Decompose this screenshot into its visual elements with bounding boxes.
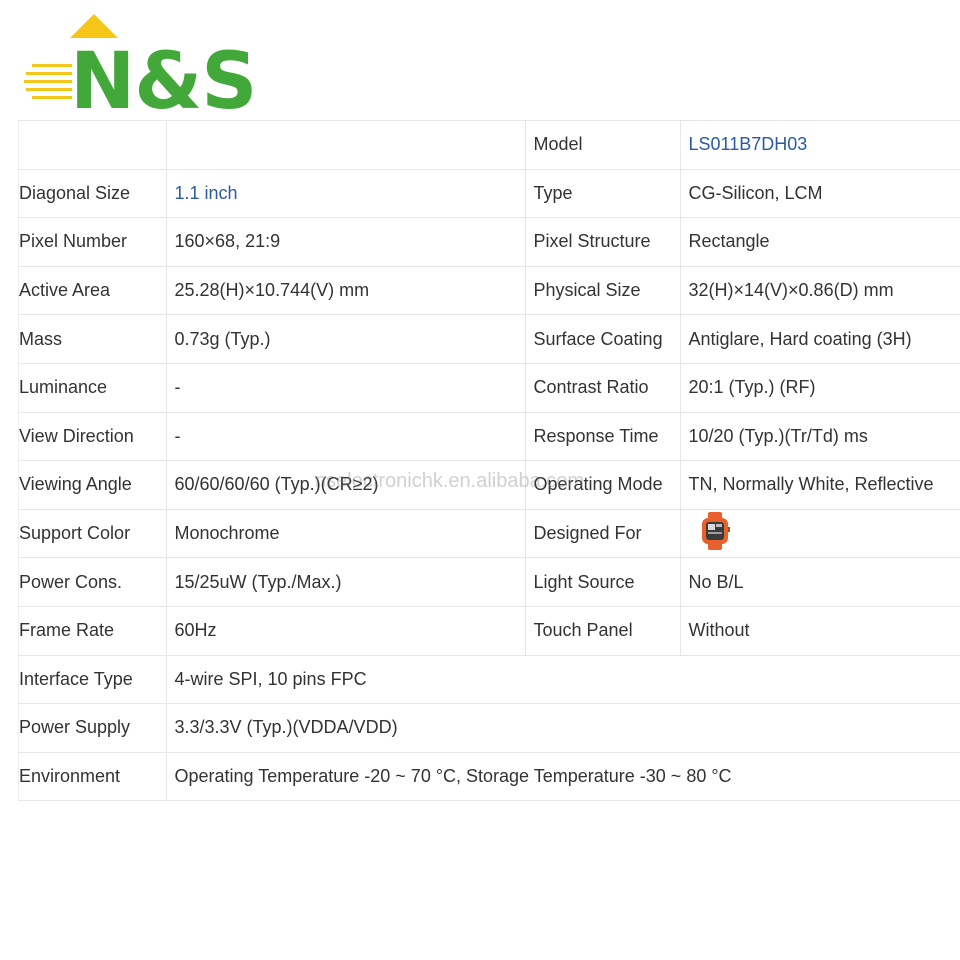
spec-value: Monochrome [165,509,525,559]
spec-cell-empty [165,120,525,170]
spec-value: 160×68, 21:9 [165,217,525,267]
spec-value: Antiglare, Hard coating (3H) [679,314,960,364]
spec-value: 20:1 (Typ.) (RF) [679,363,960,413]
table-row: Frame Rate 60Hz Touch Panel Without [18,606,960,656]
spec-label: Mass [18,314,166,364]
table-row: Interface Type 4-wire SPI, 10 pins FPC [18,655,960,705]
table-row: View Direction - Response Time 10/20 (Ty… [18,412,960,462]
spec-value: Operating Temperature -20 ~ 70 °C, Stora… [165,752,960,802]
spec-label: Contrast Ratio [524,363,680,413]
table-row: Mass 0.73g (Typ.) Surface Coating Antigl… [18,314,960,364]
spec-value: CG-Silicon, LCM [679,169,960,219]
spec-value: 0.73g (Typ.) [165,314,525,364]
spec-label: Active Area [18,266,166,316]
table-row: Luminance - Contrast Ratio 20:1 (Typ.) (… [18,363,960,413]
spec-value: 60Hz [165,606,525,656]
spec-label: Pixel Structure [524,217,680,267]
spec-label: Frame Rate [18,606,166,656]
model-link[interactable]: LS011B7DH03 [689,134,808,154]
spec-label: View Direction [18,412,166,462]
spec-label: Type [524,169,680,219]
brand-logo: N&S [22,12,272,122]
spec-label: Interface Type [18,655,166,705]
spec-label-model: Model [524,120,680,170]
spec-label: Power Cons. [18,557,166,607]
spec-label: Light Source [524,557,680,607]
spec-label: Designed For [524,509,680,559]
spec-value: 25.28(H)×10.744(V) mm [165,266,525,316]
spec-value: - [165,363,525,413]
spec-label: Operating Mode [524,460,680,510]
spec-value: Without [679,606,960,656]
table-row: Support Color Monochrome Designed For [18,509,960,559]
diagonal-size-link[interactable]: 1.1 inch [175,183,238,203]
spec-table: Model LS011B7DH03 Diagonal Size 1.1 inch… [18,120,960,802]
spec-label: Power Supply [18,703,166,753]
spec-value: 4-wire SPI, 10 pins FPC [165,655,960,705]
table-row: Model LS011B7DH03 [18,120,960,170]
spec-value: - [165,412,525,462]
smartwatch-icon [699,512,731,555]
spec-label: Touch Panel [524,606,680,656]
spec-label: Luminance [18,363,166,413]
spec-value-designed-for [679,509,960,559]
spec-label: Support Color [18,509,166,559]
spec-label: Response Time [524,412,680,462]
spec-label: Environment [18,752,166,802]
spec-value-model[interactable]: LS011B7DH03 [679,120,960,170]
table-row: Power Supply 3.3/3.3V (Typ.)(VDDA/VDD) [18,703,960,753]
spec-value: 10/20 (Typ.)(Tr/Td) ms [679,412,960,462]
spec-value: 60/60/60/60 (Typ.)(CR≥2) [165,460,525,510]
spec-value: No B/L [679,557,960,607]
spec-value: Rectangle [679,217,960,267]
table-row: Environment Operating Temperature -20 ~ … [18,752,960,802]
spec-value[interactable]: 1.1 inch [165,169,525,219]
spec-label: Physical Size [524,266,680,316]
spec-value: 15/25uW (Typ./Max.) [165,557,525,607]
table-row: Diagonal Size 1.1 inch Type CG-Silicon, … [18,169,960,219]
logo-text: N&S [70,37,257,127]
spec-label: Pixel Number [18,217,166,267]
spec-label: Viewing Angle [18,460,166,510]
spec-label: Surface Coating [524,314,680,364]
spec-value: 32(H)×14(V)×0.86(D) mm [679,266,960,316]
table-row: Active Area 25.28(H)×10.744(V) mm Physic… [18,266,960,316]
spec-label: Diagonal Size [18,169,166,219]
spec-value: TN, Normally White, Reflective [679,460,960,510]
table-row: Power Cons. 15/25uW (Typ./Max.) Light So… [18,557,960,607]
spec-cell-empty [18,120,166,170]
spec-value: 3.3/3.3V (Typ.)(VDDA/VDD) [165,703,960,753]
table-row: Viewing Angle 60/60/60/60 (Typ.)(CR≥2) O… [18,460,960,510]
table-row: Pixel Number 160×68, 21:9 Pixel Structur… [18,217,960,267]
